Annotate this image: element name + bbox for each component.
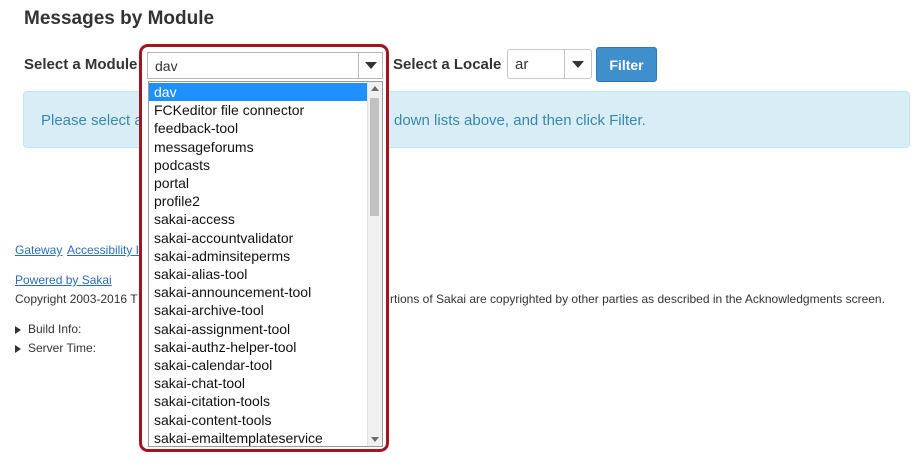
server-time-toggle[interactable]: Server Time: — [15, 341, 96, 355]
scrollbar-thumb[interactable] — [370, 98, 379, 216]
build-info-label: Build Info: — [28, 322, 82, 336]
gateway-link[interactable]: Gateway — [15, 243, 62, 257]
module-option[interactable]: messageforums — [149, 138, 369, 156]
locale-select-value: ar — [515, 56, 529, 73]
caret-right-icon — [15, 344, 21, 353]
build-info-toggle[interactable]: Build Info: — [15, 322, 81, 336]
module-option[interactable]: sakai-calendar-tool — [149, 356, 369, 374]
powered-by-sakai-link[interactable]: Powered by Sakai — [15, 273, 112, 287]
chevron-down-icon[interactable] — [358, 53, 382, 78]
page-title: Messages by Module — [24, 8, 215, 29]
locale-select[interactable]: ar — [507, 49, 592, 79]
module-option[interactable]: sakai-content-tools — [149, 411, 369, 429]
filter-button[interactable]: Filter — [596, 47, 657, 82]
scroll-up-arrow-icon[interactable] — [371, 86, 379, 91]
module-option[interactable]: sakai-archive-tool — [149, 301, 369, 319]
module-label: Select a Module — [24, 56, 138, 73]
module-option[interactable]: sakai-assignment-tool — [149, 320, 369, 338]
module-option[interactable]: sakai-emailtemplateservice — [149, 429, 369, 446]
copyright-text-start: Copyright 2003-2016 T — [15, 292, 138, 306]
module-select-value: dav — [155, 58, 178, 74]
module-option[interactable]: sakai-alias-tool — [149, 265, 369, 283]
module-option[interactable]: sakai-accountvalidator — [149, 229, 369, 247]
module-option[interactable]: dav — [149, 83, 369, 101]
module-option[interactable]: podcasts — [149, 156, 369, 174]
module-option[interactable]: sakai-citation-tools — [149, 392, 369, 410]
module-option[interactable]: sakai-adminsiteperms — [149, 247, 369, 265]
chevron-down-icon[interactable] — [564, 50, 591, 78]
caret-right-icon — [15, 325, 21, 334]
accessibility-link[interactable]: Accessibility I — [67, 243, 139, 257]
module-option[interactable]: sakai-announcement-tool — [149, 283, 369, 301]
info-text-start: Please select a — [41, 112, 143, 129]
server-time-label: Server Time: — [28, 341, 97, 355]
module-option[interactable]: FCKeditor file connector — [149, 101, 369, 119]
module-option[interactable]: portal — [149, 174, 369, 192]
module-dropdown-highlight: dav dav FCKeditor file connector feedback-… — [139, 44, 389, 452]
scrollbar[interactable] — [367, 82, 382, 446]
module-select[interactable]: dav — [147, 52, 383, 79]
module-option[interactable]: feedback-tool — [149, 119, 369, 137]
copyright-text-end: rtions of Sakai are copyrighted by other… — [390, 292, 885, 306]
locale-label: Select a Locale — [393, 56, 502, 73]
module-options-list[interactable]: dav FCKeditor file connector feedback-tool… — [148, 81, 383, 447]
module-option[interactable]: sakai-authz-helper-tool — [149, 338, 369, 356]
module-option[interactable]: profile2 — [149, 192, 369, 210]
module-option[interactable]: sakai-chat-tool — [149, 374, 369, 392]
scroll-down-arrow-icon[interactable] — [371, 437, 379, 442]
module-option[interactable]: sakai-access — [149, 210, 369, 228]
info-text-end: down lists above, and then click Filter. — [394, 112, 646, 129]
